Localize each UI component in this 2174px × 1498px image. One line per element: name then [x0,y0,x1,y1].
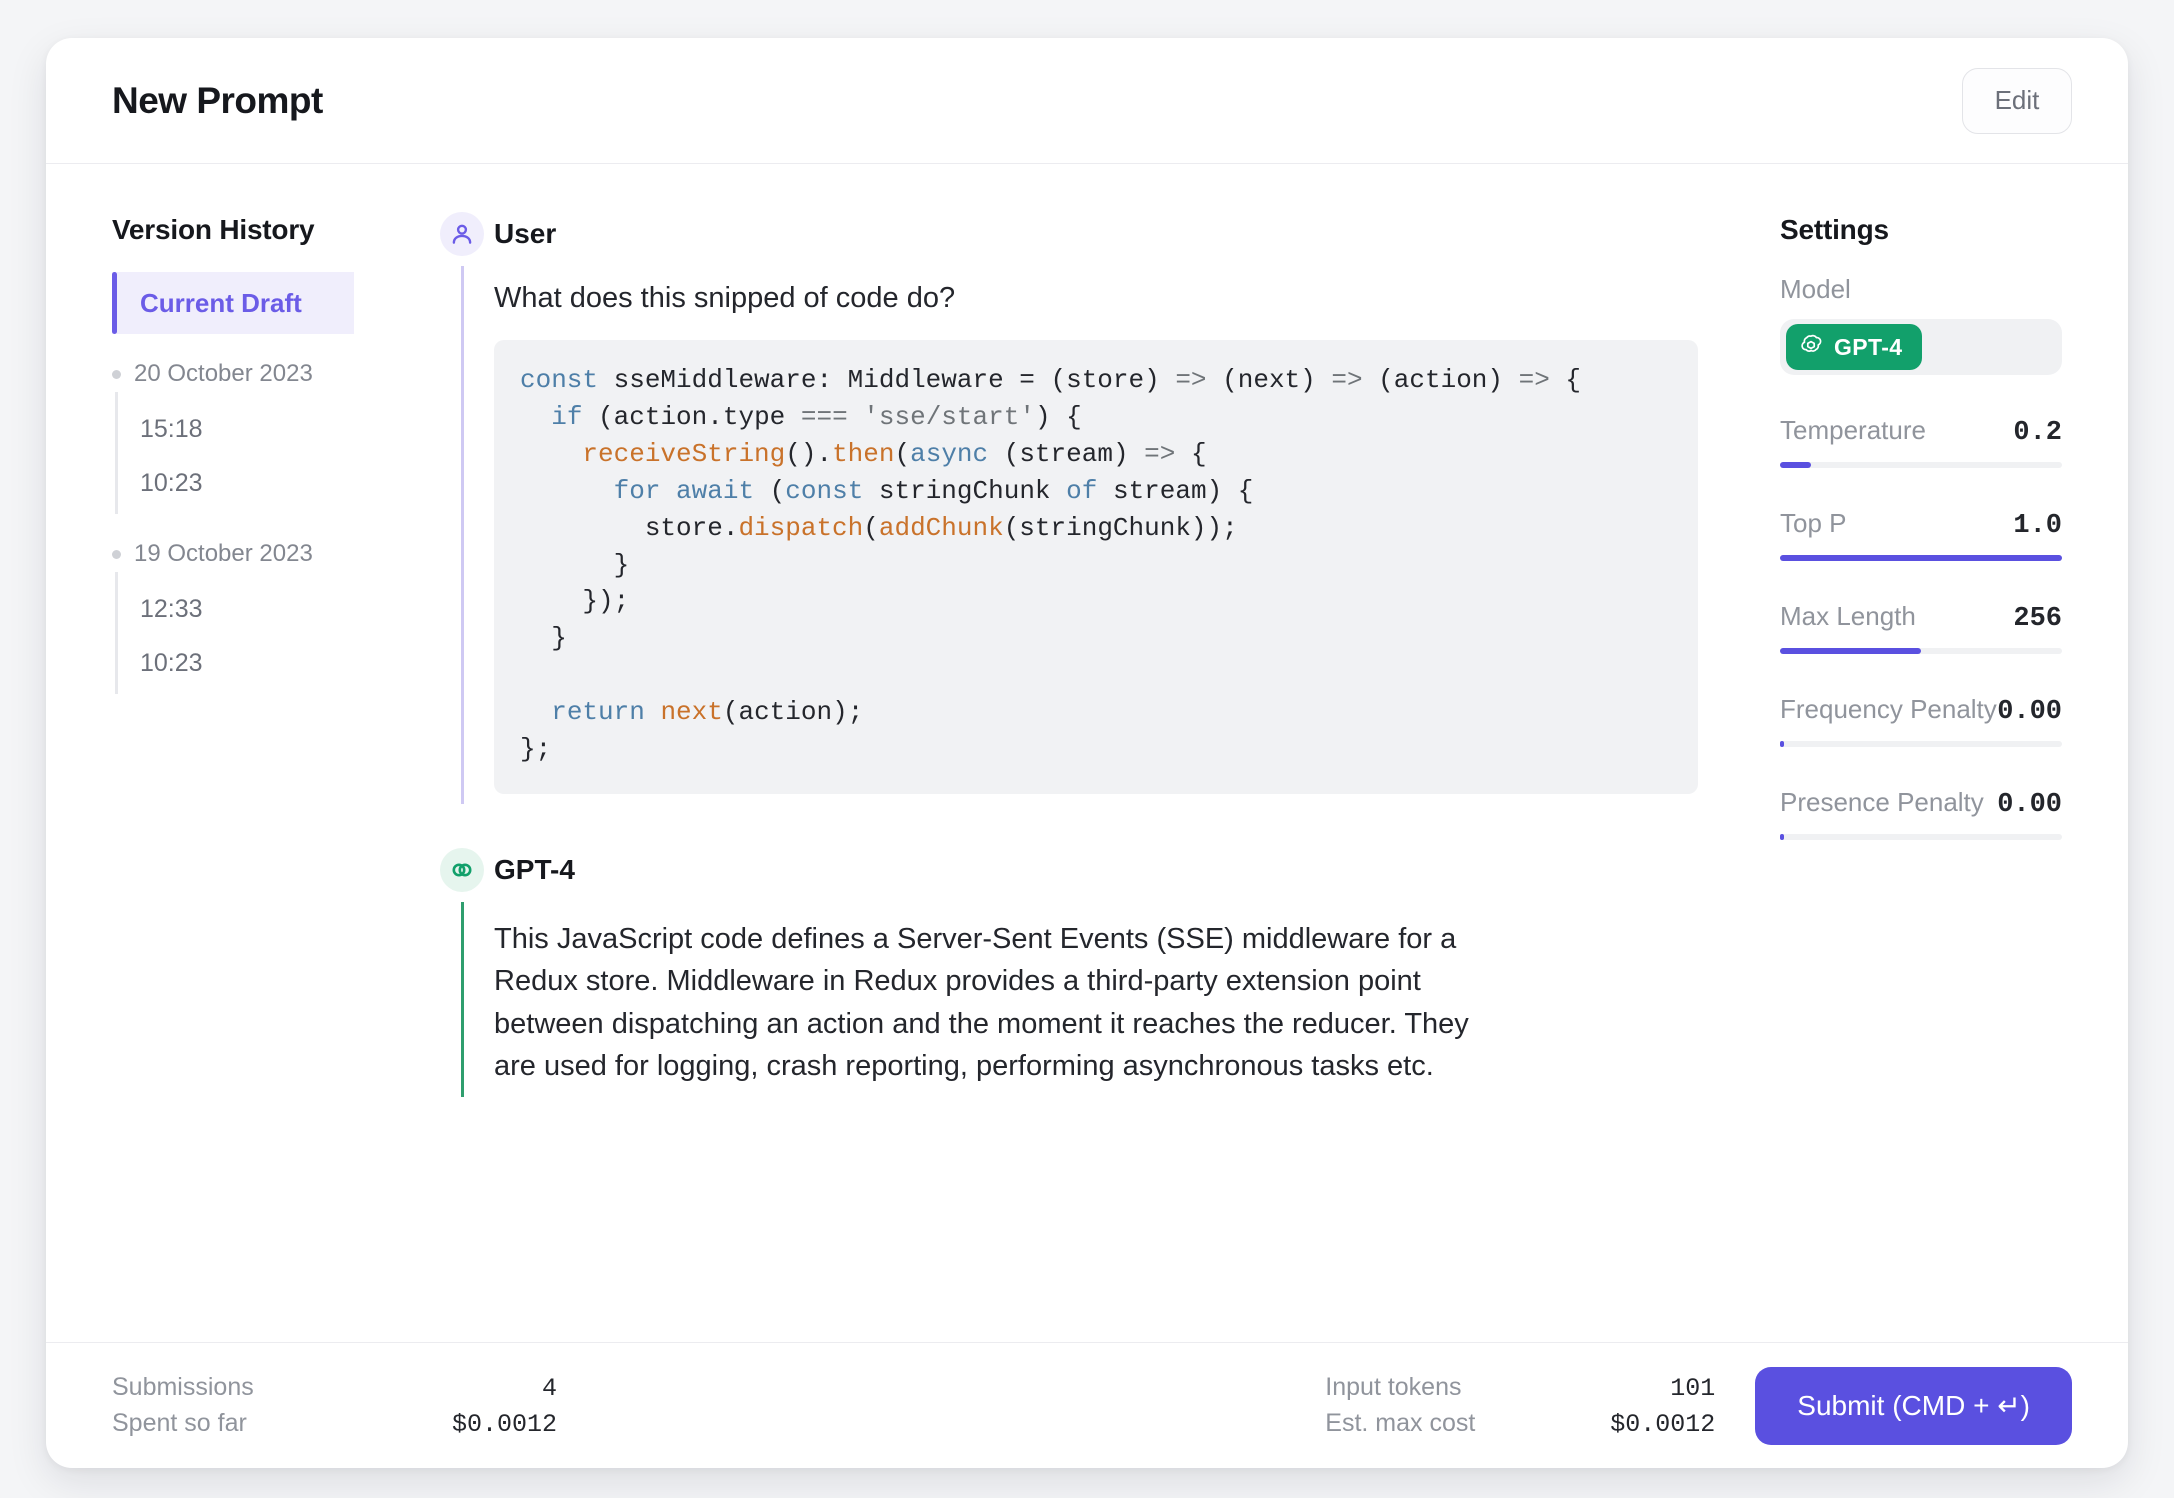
sidebar-heading: Version History [112,214,354,246]
version-time-list: 15:18 10:23 [115,392,354,514]
slider-label: Top P [1780,508,1847,539]
stat-est-max-cost: Est. max cost $0.0012 [1325,1409,1715,1439]
window-titlebar: New Prompt Edit [46,38,2128,164]
slider-value: 0.00 [1997,790,2062,820]
message-user: User What does this snipped of code do? … [430,212,1698,804]
slider-header: Frequency Penalty 0.00 [1780,694,2062,727]
stat-value: 4 [377,1374,557,1403]
stat-value: $0.0012 [1540,1410,1715,1439]
openai-logo-icon [1799,333,1823,362]
version-date-label: 20 October 2023 [134,360,313,388]
stat-value: 101 [1540,1374,1715,1403]
version-date-row: 19 October 2023 [112,540,354,568]
slider-fill [1780,834,1784,840]
bullet-dot-icon [112,370,121,379]
slider-label: Temperature [1780,415,1926,446]
message-content: GPT-4 This JavaScript code defines a Ser… [494,848,1698,1097]
page-title: New Prompt [112,80,323,122]
slider-label: Presence Penalty [1780,787,1984,818]
slider-label: Frequency Penalty [1780,694,1997,725]
user-message-text: What does this snipped of code do? [494,278,1698,318]
conversation-panel: User What does this snipped of code do? … [376,164,1758,1342]
current-draft-label: Current Draft [140,288,302,319]
version-date-row: 20 October 2023 [112,360,354,388]
stat-label: Est. max cost [1325,1409,1540,1438]
message-author: GPT-4 [494,848,1698,892]
code-snippet: const sseMiddleware: Middleware = (store… [494,340,1698,794]
slider-header: Top P 1.0 [1780,508,2062,541]
slider-top-p[interactable]: Top P 1.0 [1780,508,2062,561]
slider-track[interactable] [1780,462,2062,468]
stat-submissions: Submissions 4 [112,1373,557,1403]
message-thread-line [461,902,464,1097]
app-root: New Prompt Edit Version History Current … [0,0,2174,1498]
model-label: Model [1780,274,2062,305]
version-group: 20 October 2023 15:18 10:23 [112,360,354,514]
stat-label: Spent so far [112,1409,377,1438]
slider-fill [1780,648,1921,654]
version-time-list: 12:33 10:23 [115,572,354,694]
message-content: User What does this snipped of code do? … [494,212,1698,804]
slider-track[interactable] [1780,555,2062,561]
prompt-window: New Prompt Edit Version History Current … [46,38,2128,1468]
model-selected-chip[interactable]: GPT-4 [1786,324,1922,370]
submit-button[interactable]: Submit (CMD + ↵) [1755,1367,2072,1445]
assistant-message-text: This JavaScript code defines a Server-Se… [494,918,1504,1087]
slider-value: 1.0 [2013,511,2062,541]
status-footer: Submissions 4 Spent so far $0.0012 Input… [46,1342,2128,1468]
slider-header: Temperature 0.2 [1780,415,2062,448]
stat-spent-so-far: Spent so far $0.0012 [112,1409,557,1439]
slider-fill [1780,741,1784,747]
slider-max-length[interactable]: Max Length 256 [1780,601,2062,654]
version-group: 19 October 2023 12:33 10:23 [112,540,354,694]
slider-frequency-penalty[interactable]: Frequency Penalty 0.00 [1780,694,2062,747]
list-item[interactable]: 10:23 [118,456,354,510]
slider-value: 0.00 [1997,697,2062,727]
version-history-sidebar: Version History Current Draft 20 October… [46,164,376,1342]
model-value: GPT-4 [1834,334,1902,361]
message-assistant: GPT-4 This JavaScript code defines a Ser… [430,848,1698,1097]
usage-stats-right: Input tokens 101 Est. max cost $0.0012 [1325,1373,1715,1439]
model-selector[interactable]: GPT-4 [1780,319,2062,375]
sidebar-item-current-draft[interactable]: Current Draft [112,272,354,334]
gpt4-avatar-icon [440,848,484,892]
settings-panel: Settings Model GPT-4 [1758,164,2128,1342]
slider-fill [1780,462,1811,468]
slider-value: 0.2 [2013,418,2062,448]
stat-input-tokens: Input tokens 101 [1325,1373,1715,1403]
stat-label: Input tokens [1325,1373,1540,1402]
stat-value: $0.0012 [377,1410,557,1439]
slider-track[interactable] [1780,834,2062,840]
bullet-dot-icon [112,550,121,559]
stat-label: Submissions [112,1373,377,1402]
message-thread-line [461,266,464,804]
list-item[interactable]: 12:33 [118,582,354,636]
user-avatar-icon [440,212,484,256]
slider-track[interactable] [1780,648,2062,654]
slider-presence-penalty[interactable]: Presence Penalty 0.00 [1780,787,2062,840]
message-author: User [494,212,1698,256]
version-date-label: 19 October 2023 [134,540,313,568]
slider-header: Presence Penalty 0.00 [1780,787,2062,820]
slider-value: 256 [2013,604,2062,634]
slider-temperature[interactable]: Temperature 0.2 [1780,415,2062,468]
window-body: Version History Current Draft 20 October… [46,164,2128,1342]
slider-track[interactable] [1780,741,2062,747]
list-item[interactable]: 15:18 [118,402,354,456]
list-item[interactable]: 10:23 [118,636,354,690]
usage-stats-left: Submissions 4 Spent so far $0.0012 [112,1373,557,1439]
settings-heading: Settings [1780,214,2062,246]
message-rail [430,212,494,804]
edit-button[interactable]: Edit [1962,68,2072,134]
slider-header: Max Length 256 [1780,601,2062,634]
message-rail [430,848,494,1097]
slider-fill [1780,555,2062,561]
slider-label: Max Length [1780,601,1916,632]
